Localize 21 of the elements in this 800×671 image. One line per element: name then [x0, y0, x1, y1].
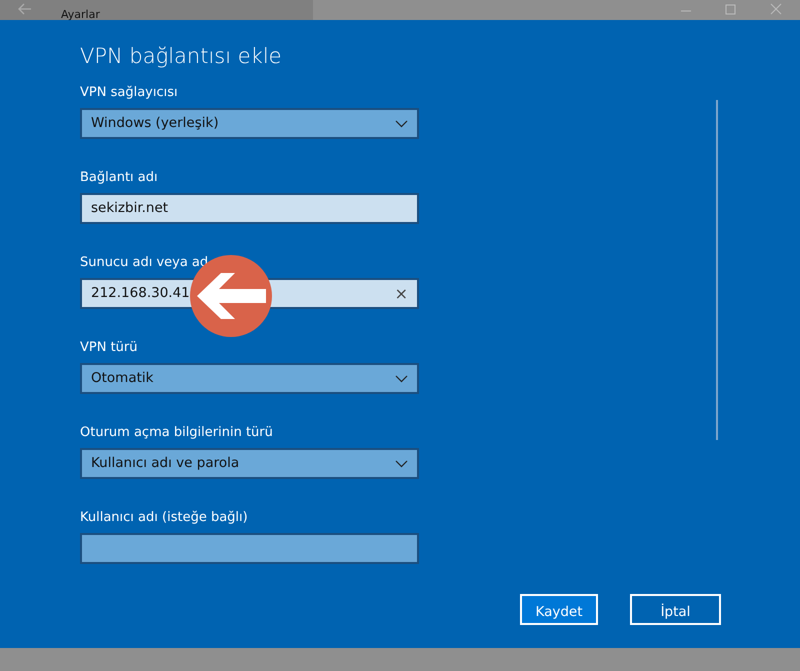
chevron-down-icon — [395, 120, 408, 128]
dropdown[interactable]: Kullanıcı adı ve parola — [80, 448, 419, 479]
field-label: Kullanıcı adı (isteğe bağlı) — [80, 509, 248, 527]
chevron-down-icon — [395, 374, 408, 382]
chevron-down-icon — [395, 460, 408, 468]
dropdown[interactable]: Otomatik — [80, 363, 419, 394]
input-field[interactable] — [80, 533, 419, 564]
save-button[interactable]: Kaydet — [520, 594, 598, 625]
dialog-title: VPN bağlantısı ekle — [80, 43, 283, 70]
field-label: VPN sağlayıcısı — [80, 84, 178, 102]
cancel-button[interactable]: İptal — [630, 594, 721, 625]
field-label: Oturum açma bilgilerinin türü — [80, 424, 273, 442]
close-icon[interactable] — [770, 2, 782, 16]
back-icon[interactable] — [18, 2, 32, 16]
input-field[interactable]: sekizbir.net — [80, 193, 419, 224]
scrollbar[interactable] — [716, 100, 718, 440]
window-title: Ayarlar — [61, 7, 100, 20]
field-label: VPN türü — [80, 339, 138, 357]
field-label: Bağlantı adı — [80, 169, 158, 187]
dropdown[interactable]: Windows (yerleşik) — [80, 108, 419, 139]
maximize-icon[interactable] — [725, 2, 737, 16]
